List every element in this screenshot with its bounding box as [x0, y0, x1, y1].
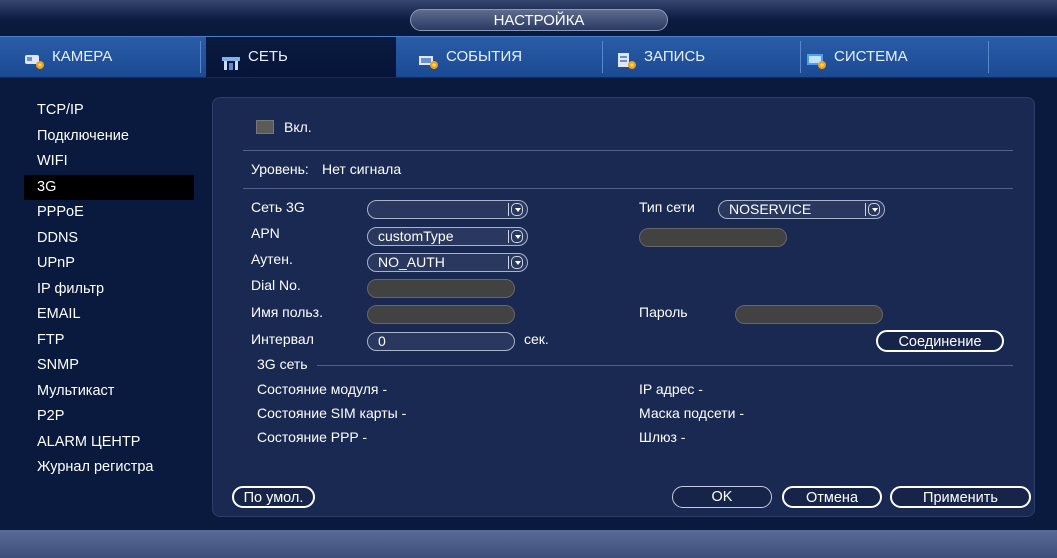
interval-label: Интервал — [251, 331, 314, 347]
tab-events-label: СОБЫТИЯ — [446, 48, 523, 65]
connect-button[interactable]: Соединение — [876, 330, 1004, 352]
sidebar-item-3g[interactable]: 3G — [24, 174, 194, 200]
apn-value: customType — [378, 228, 454, 244]
status-section-title: 3G сеть — [257, 356, 308, 372]
apply-button[interactable]: Применить — [890, 486, 1031, 508]
tab-camera[interactable]: КАМЕРА — [24, 39, 112, 75]
tab-network-label: СЕТЬ — [248, 48, 288, 65]
select-divider — [508, 230, 509, 243]
auth-label: Аутен. — [251, 251, 293, 267]
settings-sidebar: TCP/IP Подключение WIFI 3G PPPoE DDNS UP… — [24, 98, 194, 481]
chevron-down-icon — [511, 203, 523, 216]
cancel-button[interactable]: Отмена — [782, 486, 882, 508]
sidebar-item-pppoe[interactable]: PPPoE — [24, 200, 194, 226]
tab-camera-label: КАМЕРА — [52, 48, 113, 65]
level-value: Нет сигнала — [322, 161, 402, 177]
user-label: Имя польз. — [251, 304, 323, 320]
select-divider — [508, 203, 509, 216]
sidebar-item-upnp[interactable]: UPnP — [24, 251, 194, 277]
tab-record-label: ЗАПИСЬ — [644, 48, 706, 65]
tab-network[interactable]: СЕТЬ — [206, 37, 396, 77]
apn-label: APN — [251, 225, 280, 241]
settings-panel: Вкл. Уровень: Нет сигнала Сеть 3G Тип се… — [212, 97, 1035, 517]
net-type-value: NOSERVICE — [729, 201, 812, 217]
level-label: Уровень: — [251, 161, 309, 177]
ppp-state: Состояние PPP - — [257, 429, 368, 445]
sidebar-item-alarm-center[interactable]: ALARM ЦЕНТР — [24, 430, 194, 456]
apn-select[interactable]: customType — [367, 227, 528, 246]
select-divider — [865, 203, 866, 216]
password-label: Пароль — [639, 304, 688, 320]
sidebar-item-ip-filter[interactable]: IP фильтр — [24, 277, 194, 303]
sidebar-item-email[interactable]: EMAIL — [24, 302, 194, 328]
net3g-select[interactable] — [367, 200, 528, 219]
chevron-down-icon — [511, 230, 523, 243]
tab-system-label: СИСТЕМА — [834, 48, 908, 65]
password-field[interactable] — [735, 305, 883, 324]
chevron-down-icon — [868, 203, 880, 216]
gateway: Шлюз - — [639, 429, 686, 445]
username-field[interactable] — [367, 305, 515, 324]
events-icon — [418, 48, 440, 69]
tab-divider — [988, 41, 989, 73]
title-bar: НАСТРОЙКА — [0, 0, 1057, 34]
tab-events[interactable]: СОБЫТИЯ — [418, 39, 522, 75]
net-type-select[interactable]: NOSERVICE — [718, 200, 885, 219]
sidebar-item-log[interactable]: Журнал регистра — [24, 455, 194, 481]
system-icon — [806, 48, 828, 69]
window-title: НАСТРОЙКА — [410, 9, 668, 31]
dial-field[interactable] — [367, 279, 515, 298]
interval-field[interactable]: 0 — [367, 332, 515, 351]
network-icon — [220, 48, 242, 70]
bottom-bar — [0, 530, 1057, 558]
sidebar-item-ftp[interactable]: FTP — [24, 328, 194, 354]
enable-label: Вкл. — [284, 119, 312, 135]
chevron-down-icon — [511, 256, 523, 269]
sidebar-item-p2p[interactable]: P2P — [24, 404, 194, 430]
main-tab-bar: КАМЕРА СЕТЬ СОБЫТИЯ ЗАПИСЬ СИСТЕМА — [0, 36, 1057, 78]
apn-extra-field[interactable] — [639, 228, 787, 247]
camera-icon — [24, 48, 46, 69]
sidebar-item-multicast[interactable]: Мультикаст — [24, 379, 194, 405]
select-divider — [508, 256, 509, 269]
auth-select[interactable]: NO_AUTH — [367, 253, 528, 272]
divider — [317, 365, 1013, 366]
sidebar-item-ddns[interactable]: DDNS — [24, 226, 194, 252]
net-type-label: Тип сети — [639, 199, 695, 215]
sidebar-item-snmp[interactable]: SNMP — [24, 353, 194, 379]
divider — [243, 188, 1013, 189]
sidebar-item-tcpip[interactable]: TCP/IP — [24, 98, 194, 124]
sidebar-item-connection[interactable]: Подключение — [24, 124, 194, 150]
dial-label: Dial No. — [251, 277, 301, 293]
net3g-label: Сеть 3G — [251, 199, 305, 215]
tab-divider — [200, 41, 201, 73]
ok-button[interactable]: OK — [672, 486, 772, 508]
subnet-mask: Маска подсети - — [639, 405, 745, 421]
interval-unit: сек. — [524, 331, 549, 347]
auth-value: NO_AUTH — [378, 254, 445, 270]
default-button[interactable]: По умол. — [232, 486, 315, 508]
module-state: Состояние модуля - — [257, 381, 388, 397]
enable-checkbox[interactable] — [256, 120, 274, 134]
tab-divider — [602, 41, 603, 73]
divider — [243, 150, 1013, 151]
tab-system[interactable]: СИСТЕМА — [806, 39, 908, 75]
sidebar-item-wifi[interactable]: WIFI — [24, 149, 194, 175]
record-icon — [616, 48, 638, 69]
tab-record[interactable]: ЗАПИСЬ — [616, 39, 705, 75]
ip-address: IP адрес - — [639, 381, 703, 397]
sim-state: Состояние SIM карты - — [257, 405, 407, 421]
interval-value: 0 — [378, 333, 386, 349]
tab-divider — [800, 41, 801, 73]
